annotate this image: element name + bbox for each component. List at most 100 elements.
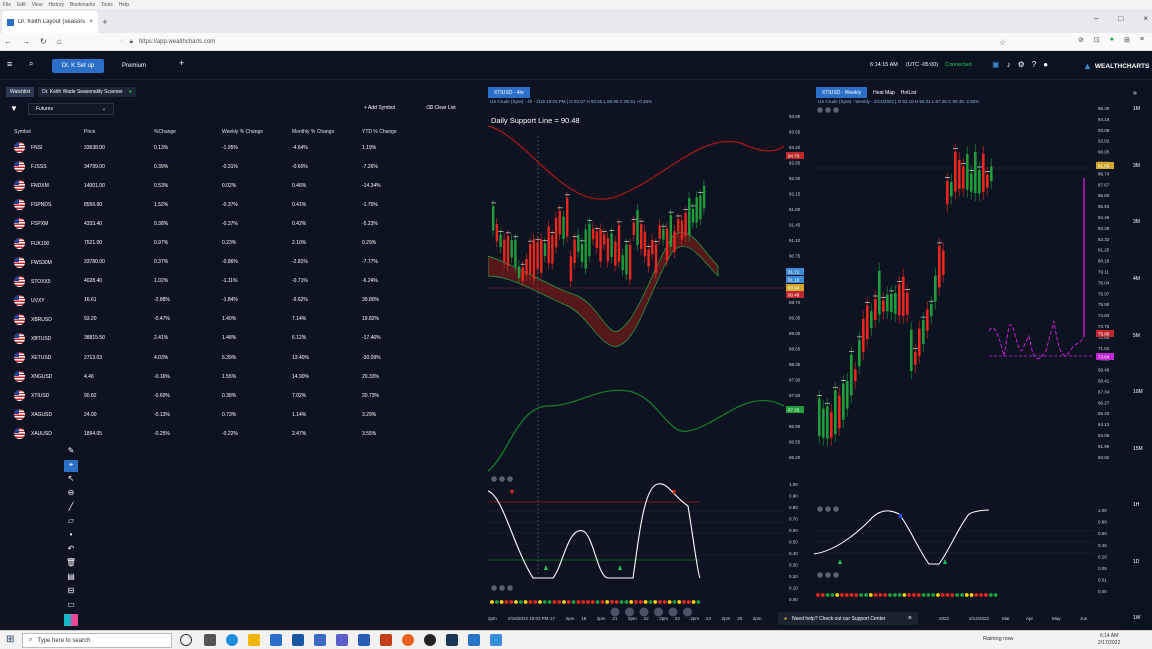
menu-help[interactable]: Help (119, 2, 129, 8)
filter-icon[interactable]: ▼ (10, 104, 18, 113)
reload-icon[interactable]: ↻ (40, 37, 47, 46)
col-price[interactable]: Price (84, 126, 154, 138)
explorer-icon[interactable] (248, 634, 260, 646)
watchlist-type-select[interactable]: Futures ⌄ (28, 103, 114, 115)
user-icon[interactable]: ● (1043, 60, 1048, 69)
app3-icon[interactable] (490, 634, 502, 646)
lock-tool-icon[interactable]: ⊟ (64, 586, 78, 598)
task-view-icon[interactable] (180, 634, 192, 646)
app-menu-icon[interactable]: ≡ (1140, 36, 1144, 44)
add-symbol-button[interactable]: + Add Symbol (364, 105, 395, 111)
teams-icon[interactable] (336, 634, 348, 646)
tf-3[interactable]: 3M (1133, 219, 1140, 225)
close-tab-icon[interactable]: × (89, 19, 93, 25)
extension-icon[interactable]: ⊡ (1094, 36, 1100, 44)
menu-edit[interactable]: Edit (17, 2, 26, 8)
table-row[interactable]: FSPNDS 8556.90 1.52% -0.37% 0.41% -1.70% (14, 195, 474, 214)
table-row[interactable]: FSPXM 4333.40 0.38% -0.37% 0.42% -5.23% (14, 214, 474, 233)
tab-seasonality-scanner[interactable]: Dr. Keith Wade Seasonality Scanner ● (38, 86, 136, 97)
store-icon[interactable] (270, 634, 282, 646)
block-icon[interactable]: ⊘ (1078, 36, 1084, 44)
col-change[interactable]: %Change (154, 126, 222, 138)
table-row[interactable]: STOXX5 4028.40 1.02% -1.11% -0.71% -6.24% (14, 272, 474, 291)
menu-view[interactable]: View (32, 2, 43, 8)
back-icon[interactable]: ← (4, 37, 12, 46)
tf-6[interactable]: 10M (1133, 389, 1143, 395)
ruler-icon[interactable]: ▱ (64, 516, 78, 528)
tf-4[interactable]: 4M (1133, 276, 1140, 282)
chart-right-tab[interactable]: XTIUSD - Weekly (816, 87, 868, 98)
tf-8[interactable]: 1H (1133, 502, 1139, 508)
tab-hotlist[interactable]: HotList (901, 90, 917, 96)
chart-left-tab[interactable]: XTIUSD - 4hr (488, 87, 531, 98)
bookmark-star-icon[interactable]: ☆ (999, 38, 1006, 47)
app2-icon[interactable] (446, 634, 458, 646)
table-row[interactable]: UVXY 16.61 -2.88% -1.84% -9.62% 39.80% (14, 291, 474, 310)
trash-icon[interactable]: 🗑︎ (64, 558, 78, 570)
expand-icon[interactable]: » (1133, 90, 1137, 97)
table-row[interactable]: XAGUSD 24.00 -0.13% 0.73% 1.14% 3.29% (14, 405, 474, 424)
firefox-icon[interactable] (402, 634, 414, 646)
undo-icon[interactable]: ↶ (64, 544, 78, 556)
close-window-icon[interactable]: × (1143, 14, 1148, 23)
table-row[interactable]: XBRUSD 93.20 -0.47% 1.40% 7.14% 19.82% (14, 310, 474, 329)
extension2-icon[interactable]: ⊞ (1124, 36, 1130, 44)
windows-start-icon[interactable]: ⊞ (6, 634, 14, 645)
line-icon[interactable]: ╱ (64, 502, 78, 514)
table-row[interactable]: XAUUSD 1894.05 -0.25% -0.22% 2.47% 3.55% (14, 424, 474, 443)
menu-bookmarks[interactable]: Bookmarks (70, 2, 95, 8)
table-row[interactable]: XTIUSD 90.82 -0.60% 0.38% 7.02% 20.73% (14, 386, 474, 405)
support-chat-bar[interactable]: ● Need help? Check out our Support Cente… (778, 612, 918, 625)
tf-10[interactable]: 1W (1133, 615, 1141, 621)
layers-icon[interactable]: ▤ (64, 572, 78, 584)
save-icon[interactable]: ▣ (992, 60, 1000, 69)
powerpoint-icon[interactable] (380, 634, 392, 646)
chart-left-svg[interactable]: 93.90 93.55 93.20 92.85 92.50 92.15 91.80 91.45… (488, 106, 808, 626)
tf-7[interactable]: 15M (1133, 446, 1143, 452)
col-symbol[interactable]: Symbol (14, 126, 84, 138)
layout-tab-premium[interactable]: Premium (122, 59, 158, 73)
edge-icon[interactable] (226, 634, 238, 646)
table-row[interactable]: FWS30M 33780.00 0.37% -0.86% -2.81% -7.77% (14, 253, 474, 272)
table-row[interactable]: XETUSD 2713.03 4.03% 6.39% 13.40% -30.09% (14, 348, 474, 367)
tf-5[interactable]: 5M (1133, 333, 1140, 339)
browser-tab[interactable]: Dr. Keith Layout (seasonal) - We × (2, 11, 98, 33)
zoom-icon[interactable] (468, 634, 480, 646)
app-icon[interactable] (424, 634, 436, 646)
magnet-icon[interactable]: ⊖ (64, 488, 78, 500)
table-row[interactable]: FUK100 7521.00 0.97% 0.23% 2.10% 0.29% (14, 233, 474, 252)
layout-tab-dr-k[interactable]: Dr. K Set up (52, 59, 104, 73)
chart-right-svg[interactable]: 95.3094.1693.0892.0290.9589.8188.7487.67… (814, 106, 1122, 626)
color-picker-icon[interactable] (64, 614, 78, 626)
table-row[interactable]: XBTUSD 38815.50 2.41% 1.48% 6.12% -17.46% (14, 329, 474, 348)
taskbar-clock[interactable]: 6:14 AM 2/17/2022 (1098, 633, 1120, 647)
menu-tools[interactable]: Tools (101, 2, 113, 8)
minimize-icon[interactable]: – (1094, 14, 1098, 23)
outlook-icon[interactable] (314, 634, 326, 646)
new-tab-button[interactable]: + (98, 11, 112, 33)
add-layout-button[interactable]: + (179, 58, 184, 68)
menu-history[interactable]: History (48, 2, 64, 8)
home-icon[interactable]: ⌂ (57, 37, 62, 46)
dot-icon[interactable]: • (64, 530, 78, 542)
file-app-icon[interactable] (204, 634, 216, 646)
bell-icon[interactable]: ♪ (1007, 60, 1011, 69)
table-row[interactable]: XNGUSD 4.46 -0.16% 1.55% 14.90% 20.33% (14, 367, 474, 386)
col-monthly[interactable]: Monthly % Change (292, 126, 362, 138)
tf-1[interactable]: 1M (1133, 106, 1140, 112)
weather-status[interactable]: Raining now (983, 636, 1013, 642)
maximize-icon[interactable]: □ (1118, 14, 1123, 23)
col-weekly[interactable]: Weekly % Change (222, 126, 292, 138)
help-icon[interactable]: ? (1032, 60, 1036, 69)
table-row[interactable]: FNSI 33638.00 0.13% -1.95% -4.64% 1.19% (14, 138, 474, 157)
clear-list-button[interactable]: ⌫ Clear List (426, 105, 456, 111)
url-bar[interactable]: ◌ 🔒︎ https://app.wealthcharts.com ☆ (120, 35, 1020, 49)
gear-icon[interactable]: ⚙ (1018, 60, 1025, 69)
col-ytd[interactable]: YTD % Change (362, 126, 474, 138)
table-row[interactable]: FJSSS 34799.00 0.39% -0.31% -0.60% -7.26% (14, 157, 474, 176)
search-icon[interactable]: ⌕ (29, 59, 33, 69)
table-row[interactable]: FNDXM 14001.00 0.53% 0.02% 0.46% -14.34% (14, 176, 474, 195)
clipboard-icon[interactable]: ▭ (64, 600, 78, 612)
taskbar-search[interactable]: ⌕ Type here to search (22, 633, 172, 648)
account-icon[interactable]: ● (1110, 36, 1114, 44)
